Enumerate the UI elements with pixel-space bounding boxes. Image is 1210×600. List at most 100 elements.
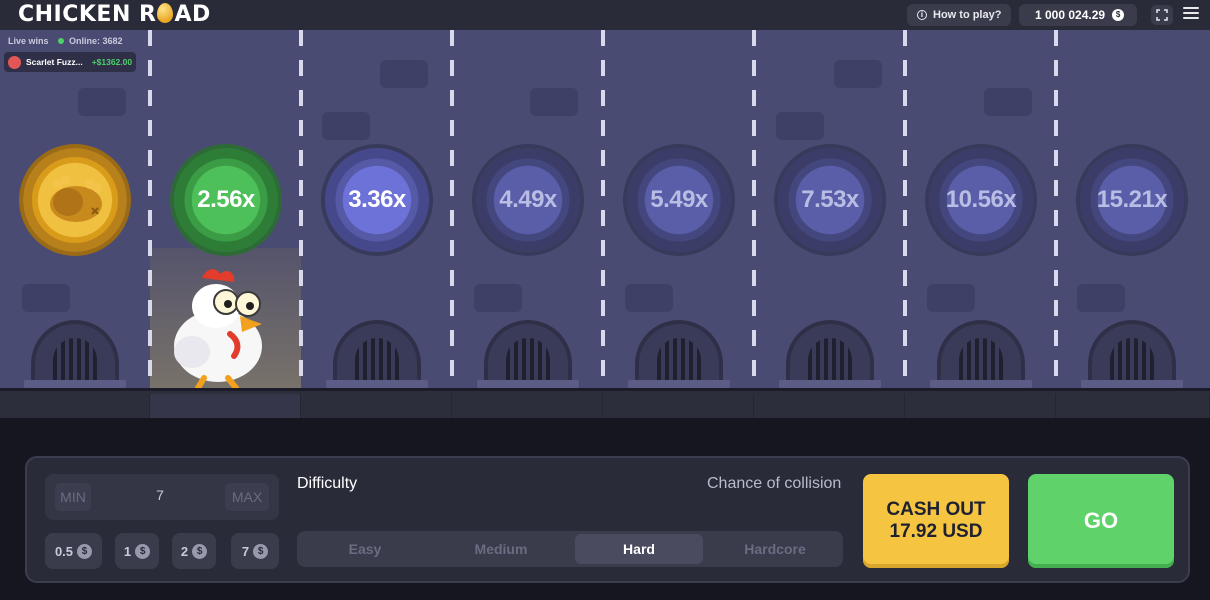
bet-chip-button[interactable]: 2 $ [172,533,216,569]
dollar-coin-icon: $ [1112,9,1125,21]
multiplier-coin[interactable]: 10.56x [929,148,1033,252]
live-wins-label: Live wins [8,36,49,46]
cash-out-button[interactable]: CASH OUT 17.92 USD [863,474,1009,568]
ground-segment [150,394,301,418]
cash-out-amount: 17.92 USD [889,521,983,542]
sewer-grate [484,320,572,388]
wall-panel [625,284,673,312]
control-panel: MIN 7 MAX 0.5 $ 1 $ 2 $ 7 $ Difficulty Chanc… [25,456,1190,583]
sewer-base [24,380,126,388]
multiplier-label: 15.21x [1096,186,1168,213]
how-to-play-button[interactable]: i How to play? [907,4,1011,26]
bet-max-button[interactable]: MAX [225,483,269,511]
bet-min-button[interactable]: MIN [55,483,91,511]
menu-icon-line [1183,17,1199,19]
online-status-dot [58,38,64,44]
multiplier-label: 4.49x [499,186,557,213]
bet-chip-button[interactable]: 1 $ [115,533,159,569]
lane-divider [601,30,605,388]
chicken-character [174,269,262,388]
chip-value: 0.5 [54,543,74,559]
ground-segment [301,394,452,418]
difficulty-easy[interactable]: Easy [299,534,431,564]
multiplier-label: 3.36x [348,186,406,213]
online-count: Online: 3682 [58,36,123,46]
bet-amount-input[interactable]: 7 [145,487,175,503]
sewer-base [326,380,428,388]
ground-segment [0,394,150,418]
sewer-base [779,380,881,388]
road-ground [0,388,1210,418]
sewer-grate [333,320,421,388]
difficulty-label: Difficulty [297,475,358,492]
sewer-base [930,380,1032,388]
wall-panel [1077,284,1125,312]
info-icon: i [917,10,927,20]
chip-value: 2 [180,543,189,559]
wall-panel [380,60,428,88]
multiplier-coin[interactable]: 4.49x [476,148,580,252]
multiplier-coin[interactable]: 2.56x [174,148,278,252]
top-bar: CHICKEN R AD i How to play? 1 000 024.29 … [0,0,1210,30]
wall-panel [776,112,824,140]
how-to-play-label: How to play? [933,9,1002,21]
bet-chip-button[interactable]: 7 $ [231,533,279,569]
multiplier-label: 2.56x [197,186,255,213]
avatar [8,55,21,69]
multiplier-coin[interactable]: 5.49x [627,148,731,252]
wall-panel [474,284,522,312]
ground-segment [603,394,754,418]
wall-panel [322,112,370,140]
multiplier-label: 10.56x [945,186,1017,213]
chip-value: 1 [123,543,132,559]
go-button[interactable]: GO [1028,474,1174,568]
live-win-row: Scarlet Fuzz... +$1362.00 [4,52,136,72]
difficulty-hardcore[interactable]: Hardcore [709,534,841,564]
cash-out-label: CASH OUT [886,499,986,520]
sewer-base [1081,380,1183,388]
game-logo: CHICKEN R AD [18,2,211,27]
balance-value: 1 000 024.29 [1035,8,1106,22]
multiplier-coin[interactable]: 15.21x [1080,148,1184,252]
dollar-coin-icon: $ [192,543,208,559]
wall-panel [530,88,578,116]
sewer-base [477,380,579,388]
fullscreen-button[interactable] [1151,5,1173,25]
ground-segment [905,394,1056,418]
online-count-text: Online: 3682 [69,36,123,46]
wall-panel [834,60,882,88]
multiplier-label: 5.49x [650,186,708,213]
lane-divider [148,30,152,388]
winner-name: Scarlet Fuzz... [26,57,83,67]
difficulty-hard[interactable]: Hard [575,534,703,564]
multiplier-coin[interactable]: 7.53x [778,148,882,252]
multiplier-label: 7.53x [801,186,859,213]
sewer-grate [31,320,119,388]
wall-panel [22,284,70,312]
bet-chip-button[interactable]: 0.5 $ [45,533,102,569]
ground-segment [1056,394,1210,418]
lane-divider [752,30,756,388]
egg-icon [157,3,174,23]
game-field: 2.56x 3.36x 4.49x 5.49x 7.53x 10.56x 15.… [0,30,1210,388]
lane-divider [903,30,907,388]
sewer-grate [1088,320,1176,388]
menu-icon-line [1183,7,1199,9]
difficulty-medium[interactable]: Medium [435,534,567,564]
wall-panel [78,88,126,116]
lane-divider [450,30,454,388]
fullscreen-icon [1156,9,1168,21]
chip-value: 7 [241,543,250,559]
multiplier-coin[interactable]: 3.36x [325,148,429,252]
lane-divider [1054,30,1058,388]
bet-amount-box: MIN 7 MAX [45,474,279,520]
win-amount: +$1362.00 [91,57,133,67]
menu-icon-line [1183,12,1199,14]
sewer-base [628,380,730,388]
roast-chicken-icon [50,175,103,222]
wall-panel [927,284,975,312]
menu-button[interactable] [1183,7,1199,21]
collision-chance-label: Chance of collision [707,475,842,492]
dollar-coin-icon: $ [135,543,151,559]
sewer-grate [786,320,874,388]
